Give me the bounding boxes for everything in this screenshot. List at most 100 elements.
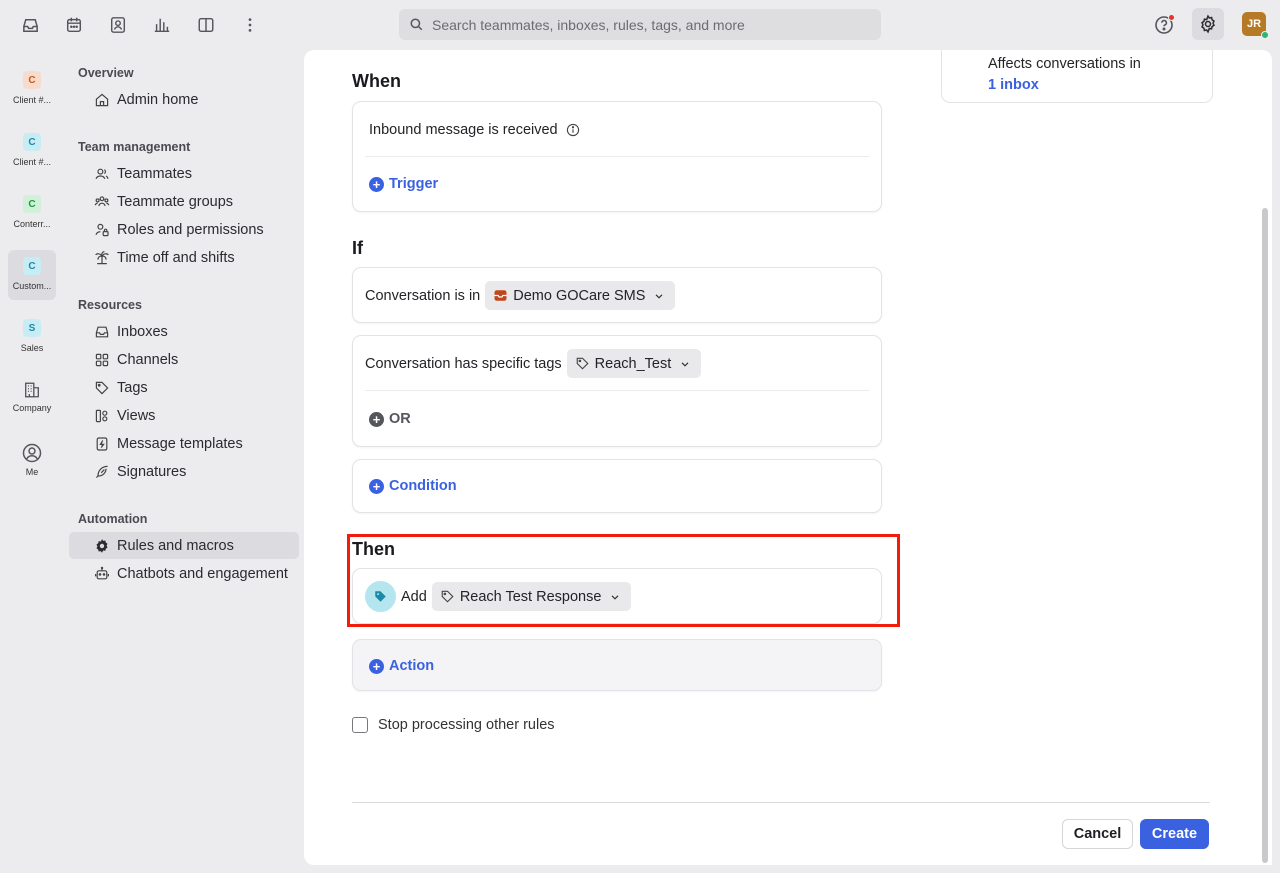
nav-item-admin-home[interactable]: Admin home — [69, 86, 299, 113]
workspace-label: Company — [12, 403, 52, 413]
views-icon — [95, 409, 108, 422]
split-view-icon[interactable] — [193, 12, 219, 38]
workspace-label: Conterr... — [13, 219, 51, 229]
nav-item-label: Views — [117, 407, 156, 424]
tag-icon — [95, 381, 109, 394]
tag-icon — [576, 357, 589, 370]
users-icon — [95, 168, 109, 179]
trigger-text: Inbound message is received — [369, 122, 558, 138]
nav-item-teammate-groups[interactable]: Teammate groups — [69, 188, 299, 215]
group-icon — [94, 195, 110, 206]
nav-heading-team: Team management — [78, 140, 191, 154]
workspace-badge: C — [23, 71, 41, 89]
nav-item-time-off[interactable]: Time off and shifts — [69, 244, 299, 271]
workspace-me[interactable]: Me — [8, 436, 56, 486]
condition-row-tags: Conversation has specific tags Reach_Tes… — [365, 349, 702, 378]
robot-icon — [95, 566, 109, 579]
workspace-badge: C — [23, 133, 41, 151]
workspace-badge: S — [23, 319, 41, 337]
plus-icon: + — [369, 658, 384, 674]
plus-icon: + — [369, 478, 384, 494]
nav-heading-automation: Automation — [78, 512, 148, 526]
nav-item-label: Inboxes — [117, 323, 168, 340]
highlight-box — [347, 534, 900, 627]
nav-item-label: Signatures — [117, 463, 187, 480]
search-icon — [410, 18, 423, 31]
inbox-select[interactable]: Demo GOCare SMS — [485, 281, 676, 310]
footer-divider — [352, 802, 1210, 803]
contacts-icon[interactable] — [105, 12, 131, 38]
nav-item-label: Teammate groups — [117, 193, 234, 210]
nav-item-label: Admin home — [117, 91, 199, 108]
condition-card-inbox: Conversation is in Demo GOCare SMS — [352, 267, 882, 323]
nav-item-label: Time off and shifts — [117, 249, 235, 266]
help-button[interactable] — [1150, 11, 1178, 39]
online-status-dot — [1261, 31, 1269, 39]
stop-processing-checkbox[interactable] — [352, 717, 368, 733]
workspace-custom[interactable]: C Custom... — [8, 250, 56, 300]
workspace-label: Me — [25, 467, 39, 477]
global-search[interactable] — [399, 9, 881, 40]
nav-item-label: Tags — [117, 379, 148, 396]
nav-item-roles-permissions[interactable]: Roles and permissions — [69, 216, 299, 243]
stop-processing-label: Stop processing other rules — [378, 717, 555, 733]
nav-item-label: Teammates — [117, 165, 192, 182]
info-icon[interactable] — [566, 123, 580, 137]
gear-filled-icon — [96, 538, 108, 553]
lightning-doc-icon — [96, 436, 108, 451]
workspace-client-2[interactable]: C Client #... — [8, 126, 56, 176]
grid-icon — [95, 353, 109, 366]
notification-dot — [1168, 14, 1175, 21]
cancel-button[interactable]: Cancel — [1062, 819, 1133, 849]
nav-item-message-templates[interactable]: Message templates — [69, 430, 299, 457]
workspace-label: Client #... — [12, 157, 52, 167]
chevron-down-icon — [655, 293, 663, 299]
add-action-button[interactable]: + Action — [369, 654, 434, 678]
nav-item-channels[interactable]: Channels — [69, 346, 299, 373]
plus-icon: + — [369, 176, 384, 192]
add-trigger-label: Trigger — [389, 176, 439, 192]
nav-item-views[interactable]: Views — [69, 402, 299, 429]
palm-tree-icon — [95, 250, 109, 264]
chevron-down-icon — [681, 361, 689, 367]
add-action-label: Action — [389, 658, 435, 674]
calendar-icon[interactable] — [61, 12, 87, 38]
nav-item-inboxes[interactable]: Inboxes — [69, 318, 299, 345]
when-card: Inbound message is received + Trigger — [352, 101, 882, 212]
add-condition-label: Condition — [389, 478, 457, 494]
add-condition-button[interactable]: + Condition — [369, 474, 457, 498]
more-icon[interactable] — [237, 12, 263, 38]
search-input[interactable] — [432, 16, 872, 33]
building-icon — [25, 382, 39, 398]
workspace-client-1[interactable]: C Client #... — [8, 64, 56, 114]
workspace-badge: C — [23, 195, 41, 213]
add-action-card: + Action — [352, 639, 882, 691]
nav-item-label: Rules and macros — [117, 537, 234, 554]
inbox-icon[interactable] — [17, 12, 43, 38]
top-bar: JR — [0, 0, 1280, 50]
inbox-icon — [95, 326, 109, 337]
add-or-button[interactable]: + OR — [369, 407, 411, 431]
avatar[interactable]: JR — [1242, 12, 1269, 39]
analytics-icon[interactable] — [149, 12, 175, 38]
tag-select[interactable]: Reach_Test — [566, 349, 702, 378]
nav-item-signatures[interactable]: Signatures — [69, 458, 299, 485]
nav-item-tags[interactable]: Tags — [69, 374, 299, 401]
trigger-row[interactable]: Inbound message is received — [369, 116, 580, 144]
affects-text: Affects conversations in — [988, 56, 1141, 72]
workspace-company[interactable]: Company — [8, 374, 56, 424]
settings-button[interactable] — [1192, 8, 1224, 40]
condition-text: Conversation is in — [365, 287, 481, 304]
nav-item-teammates[interactable]: Teammates — [69, 160, 299, 187]
workspace-label: Custom... — [12, 281, 52, 291]
workspace-conterr[interactable]: C Conterr... — [8, 188, 56, 238]
workspace-sales[interactable]: S Sales — [8, 312, 56, 362]
create-button[interactable]: Create — [1140, 819, 1209, 849]
nav-item-rules-macros[interactable]: Rules and macros — [69, 532, 299, 559]
scrollbar[interactable] — [1262, 208, 1268, 863]
add-condition-card: + Condition — [352, 459, 882, 513]
stop-processing-option[interactable]: Stop processing other rules — [352, 717, 555, 733]
affects-inbox-link[interactable]: 1 inbox — [988, 77, 1166, 93]
add-trigger-button[interactable]: + Trigger — [369, 172, 438, 196]
nav-item-chatbots[interactable]: Chatbots and engagement — [69, 560, 299, 587]
